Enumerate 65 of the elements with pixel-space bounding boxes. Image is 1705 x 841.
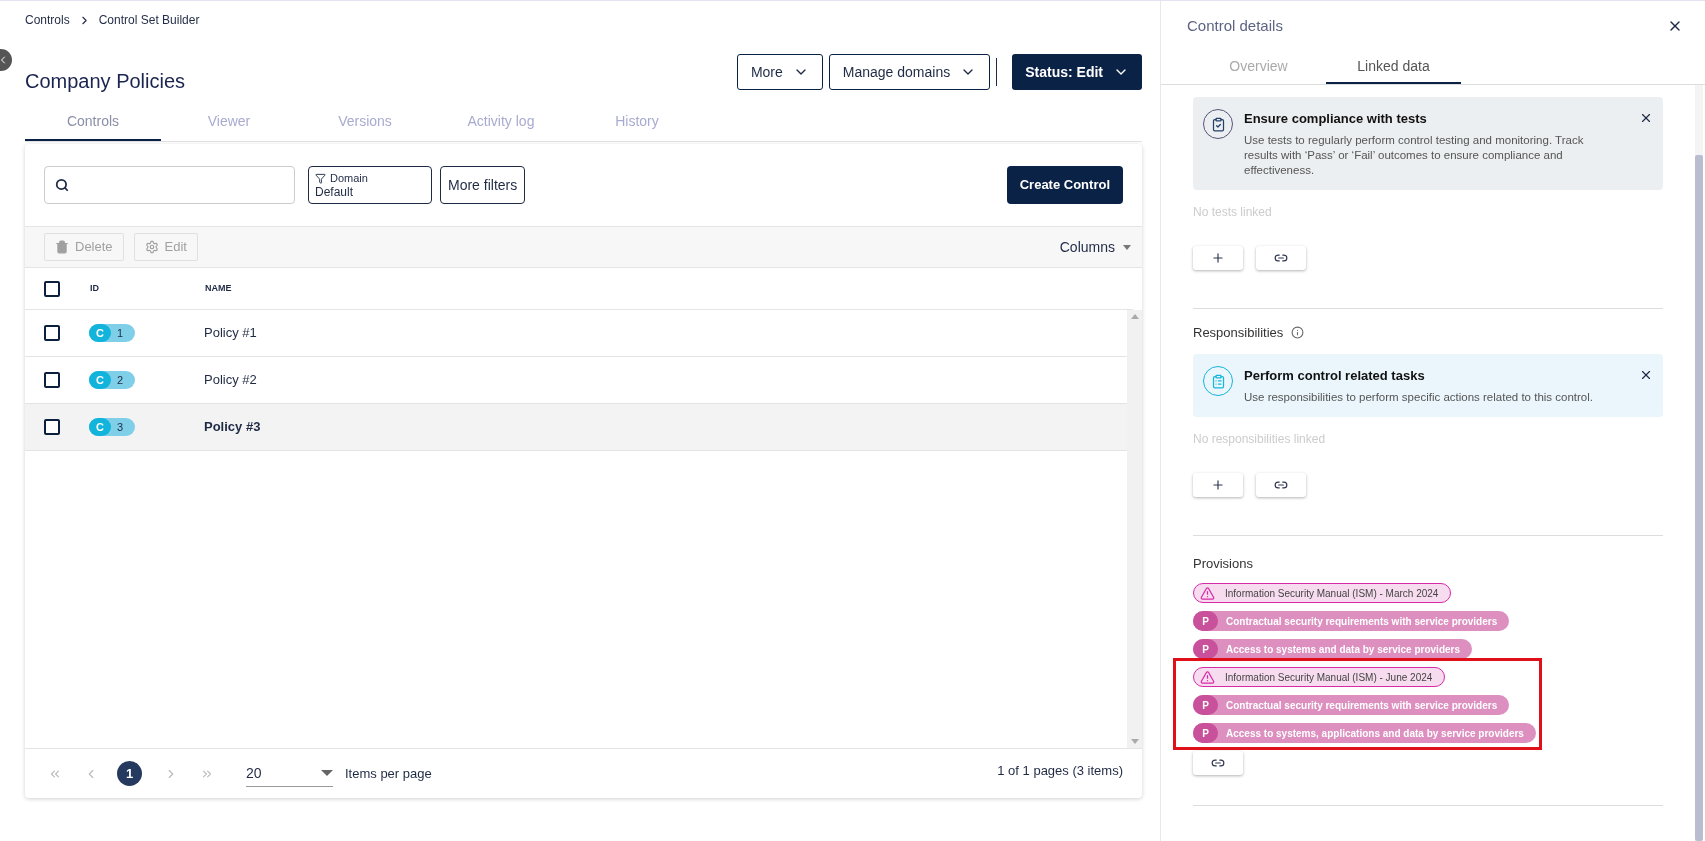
filter-label: Domain — [330, 171, 368, 185]
table-cell-text: Policy #2 — [204, 371, 257, 390]
id-badge: C 3 — [89, 418, 135, 436]
id-badge: C 1 — [89, 324, 135, 342]
checkbox[interactable] — [44, 372, 60, 388]
page-summary: 1 of 1 pages (3 items) — [997, 761, 1123, 780]
more-filters-button[interactable]: More filters — [440, 166, 526, 204]
per-page-label: Items per page — [345, 764, 432, 783]
dropdown-button[interactable]: More — [736, 54, 823, 90]
add-button[interactable] — [1193, 245, 1243, 270]
search-icon — [55, 178, 69, 192]
checkbox[interactable] — [44, 325, 60, 341]
standard-chip[interactable]: Information Security Manual (ISM) - June 2024 — [1193, 667, 1446, 687]
gear-icon — [144, 240, 159, 254]
link-icon — [1211, 756, 1225, 770]
hint-text: Use responsibilities to perform specific actions related to this control. — [1244, 389, 1594, 405]
close-icon[interactable] — [1639, 111, 1653, 125]
plus-icon — [1211, 250, 1225, 265]
breadcrumb-link[interactable]: Control Set Builder — [98, 11, 200, 29]
caret-icon — [1123, 244, 1131, 250]
section-title: Provisions — [1193, 554, 1254, 573]
add-button[interactable] — [1193, 472, 1243, 497]
warning-icon — [1200, 585, 1215, 601]
provision-chip[interactable]: P Contractual security requirements with service providers — [1193, 611, 1510, 631]
dropdown-button[interactable]: Status: Edit — [1012, 54, 1142, 90]
search-field[interactable] — [44, 166, 295, 204]
table-cell-text: Policy #1 — [204, 324, 257, 343]
filter-icon — [315, 172, 326, 184]
provision-chip[interactable]: P Access to systems, applications and data by service providers — [1193, 723, 1536, 743]
create-control-button[interactable]: Create Control — [1006, 166, 1123, 204]
tab[interactable]: Linked data — [1326, 51, 1461, 84]
section-title: Responsibilities — [1193, 323, 1284, 342]
column-header: ID — [90, 281, 100, 295]
dropdown-button[interactable]: Manage domains — [828, 54, 991, 90]
hint-title: Ensure compliance with tests — [1244, 110, 1428, 128]
link-button[interactable] — [1193, 751, 1243, 775]
link-button[interactable] — [1256, 245, 1306, 270]
per-page-select[interactable]: 20 — [246, 760, 333, 787]
provision-chip[interactable]: P Contractual security requirements with service providers — [1193, 695, 1510, 715]
provision-chip[interactable]: P Access to systems and data by service providers — [1193, 639, 1472, 659]
info-icon — [1291, 325, 1305, 339]
filter-value: Default — [315, 185, 354, 199]
link-button[interactable] — [1256, 472, 1306, 497]
panel-title: Control details — [1187, 15, 1283, 36]
domain-filter[interactable]: Domain Default — [308, 166, 432, 204]
warning-icon — [1200, 669, 1215, 685]
hint-title: Perform control related tasks — [1244, 367, 1426, 385]
column-header: NAME — [205, 281, 232, 295]
close-icon[interactable] — [1639, 368, 1653, 382]
standard-chip[interactable]: Information Security Manual (ISM) - March 2024 — [1193, 583, 1452, 603]
table-row[interactable]: C 1 Policy #1 — [25, 310, 1127, 357]
caret-icon — [321, 770, 333, 776]
id-badge: C 2 — [89, 371, 135, 389]
columns-menu[interactable]: Columns — [1059, 236, 1131, 258]
table-cell-text: Policy #3 — [204, 418, 261, 437]
table-row[interactable]: C 2 Policy #2 — [25, 357, 1127, 404]
checkbox[interactable] — [44, 280, 60, 297]
table-row[interactable]: C 3 Policy #3 — [25, 404, 1127, 451]
hint-text: Use tests to regularly perform control testing and monitoring. Track results with ‘Pass’ or ‘Fail’ outcomes to ensure compliance and effectiveness. — [1244, 132, 1585, 178]
plus-icon — [1211, 477, 1225, 492]
breadcrumb-link[interactable]: Controls — [25, 11, 70, 29]
page-button[interactable]: 1 — [117, 761, 142, 786]
page-title: Company Policies — [25, 69, 186, 94]
checkbox[interactable] — [44, 419, 60, 435]
trash-icon — [55, 240, 69, 254]
